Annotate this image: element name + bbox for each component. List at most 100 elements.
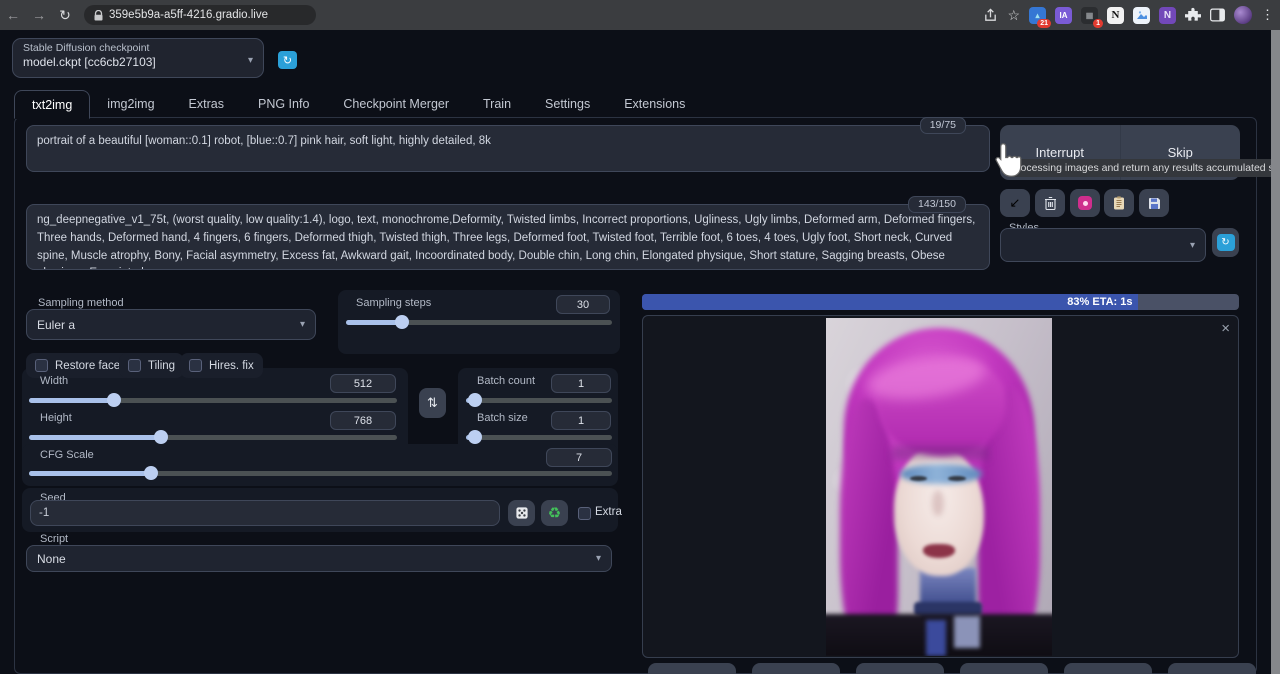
tiling-option[interactable]: Tiling (119, 353, 184, 378)
page-scrollbar[interactable] (1271, 30, 1280, 674)
address-bar[interactable]: 359e5b9a-a5ff-4216.gradio.live (84, 5, 316, 25)
slider-handle[interactable] (144, 466, 158, 480)
refresh-icon: ↻ (1217, 234, 1235, 251)
batch-count-value[interactable]: 1 (551, 374, 611, 393)
cfg-scale-value[interactable]: 7 (546, 448, 612, 467)
onenote-icon[interactable]: N (1159, 7, 1176, 24)
chevron-down-icon: ▾ (300, 319, 305, 330)
clipboard-icon (1113, 196, 1125, 210)
prompt-wrap: portrait of a beautiful [woman::0.1] rob… (26, 125, 990, 172)
height-slider[interactable] (29, 430, 397, 444)
bookmark-star-icon[interactable]: ☆ (1007, 7, 1020, 24)
script-label: Script (40, 533, 68, 545)
extensions-puzzle-icon[interactable] (1185, 7, 1201, 23)
seed-extra-checkbox[interactable] (578, 507, 591, 520)
arrow-down-left-icon: ↙ (1010, 195, 1021, 211)
progress-fill: 83% ETA: 1s (642, 294, 1138, 310)
extension-a-icon[interactable]: ▴21 (1029, 7, 1046, 24)
prompt-input[interactable]: portrait of a beautiful [woman::0.1] rob… (26, 125, 990, 172)
tab-checkpoint-merger[interactable]: Checkpoint Merger (326, 89, 466, 118)
gallery-action-button[interactable] (960, 663, 1048, 674)
height-label: Height (40, 412, 72, 424)
checkpoint-dropdown[interactable]: Stable Diffusion checkpoint model.ckpt [… (12, 38, 264, 78)
gradio-app: Stable Diffusion checkpoint model.ckpt [… (0, 30, 1280, 674)
notion-icon[interactable]: N (1107, 7, 1124, 24)
batch-size-label: Batch size (477, 412, 528, 424)
progress-text: 83% ETA: 1s (1067, 296, 1132, 308)
browser-menu-icon[interactable]: ⋮ (1261, 7, 1274, 23)
negative-prompt-input[interactable]: ng_deepnegative_v1_75t, (worst quality, … (26, 204, 990, 270)
swap-dimensions-button[interactable]: ⇅ (419, 388, 446, 418)
tab-png-info[interactable]: PNG Info (241, 89, 326, 118)
tab-img2img[interactable]: img2img (90, 89, 171, 118)
height-value[interactable]: 768 (330, 411, 396, 430)
lock-icon (94, 10, 103, 21)
eyeshadow (900, 464, 982, 484)
sampling-steps-value[interactable]: 30 (556, 295, 610, 314)
slider-handle[interactable] (468, 430, 482, 444)
tiling-checkbox[interactable] (128, 359, 141, 372)
clear-prompt-button[interactable] (1035, 189, 1065, 217)
width-value[interactable]: 512 (330, 374, 396, 393)
gallery-action-button[interactable] (1064, 663, 1152, 674)
lips (923, 544, 955, 558)
main-tabs: txt2img img2img Extras PNG Info Checkpoi… (14, 89, 702, 118)
skip-tooltip: rocessing images and return any results … (1012, 159, 1279, 177)
hires-fix-option[interactable]: Hires. fix (180, 353, 263, 378)
slider-handle[interactable] (154, 430, 168, 444)
progress-bar: 83% ETA: 1s (642, 294, 1239, 310)
gallery-action-button[interactable] (1168, 663, 1256, 674)
sampling-steps-label: Sampling steps (356, 297, 431, 309)
batch-count-slider[interactable] (466, 393, 612, 407)
forward-icon[interactable]: → (26, 7, 52, 23)
batch-size-slider[interactable] (466, 430, 612, 444)
restore-faces-checkbox[interactable] (35, 359, 48, 372)
tab-train[interactable]: Train (466, 89, 528, 118)
slider-handle[interactable] (468, 393, 482, 407)
image-preview-panel: × (642, 315, 1239, 658)
hires-fix-checkbox[interactable] (189, 359, 202, 372)
negative-token-counter: 143/150 (908, 196, 966, 213)
random-seed-button[interactable] (508, 500, 535, 526)
save-style-button[interactable] (1139, 189, 1169, 217)
seed-input[interactable] (30, 500, 500, 526)
swap-icon: ⇅ (427, 395, 438, 411)
styles-dropdown[interactable]: ▾ (1000, 228, 1206, 262)
image-ext-icon[interactable] (1133, 7, 1150, 24)
slider-handle[interactable] (107, 393, 121, 407)
generated-image[interactable] (826, 318, 1052, 656)
extension-ia-icon[interactable]: IA (1055, 7, 1072, 24)
sampling-steps-slider[interactable] (346, 315, 612, 329)
back-icon[interactable]: ← (0, 7, 26, 23)
tab-extras[interactable]: Extras (172, 89, 241, 118)
extension-a-badge: 21 (1037, 19, 1051, 28)
apply-style-button[interactable] (1104, 189, 1134, 217)
checkpoint-refresh-button[interactable]: ↻ (278, 51, 297, 69)
gallery-action-button[interactable] (648, 663, 736, 674)
reuse-seed-button[interactable]: ♻ (541, 500, 568, 526)
script-dropdown[interactable]: None▾ (26, 545, 612, 572)
width-slider[interactable] (29, 393, 397, 407)
paste-params-button[interactable]: ↙ (1000, 189, 1030, 217)
slider-handle[interactable] (395, 315, 409, 329)
reload-icon[interactable]: ↻ (52, 7, 78, 24)
batch-count-label: Batch count (477, 375, 535, 387)
mouse-cursor (992, 142, 1022, 178)
extension-b-icon[interactable]: ▦1 (1081, 7, 1098, 24)
styles-refresh-button[interactable]: ↻ (1212, 228, 1239, 257)
extra-networks-button[interactable] (1070, 189, 1100, 217)
share-icon[interactable] (983, 8, 998, 23)
tab-txt2img[interactable]: txt2img (14, 90, 90, 119)
gallery-action-button[interactable] (856, 663, 944, 674)
cfg-scale-slider[interactable] (29, 466, 612, 480)
gallery-action-button[interactable] (752, 663, 840, 674)
tab-extensions[interactable]: Extensions (607, 89, 702, 118)
batch-size-value[interactable]: 1 (551, 411, 611, 430)
sampling-method-dropdown[interactable]: Euler a▾ (26, 309, 316, 340)
cfg-scale-label: CFG Scale (40, 449, 94, 461)
profile-avatar[interactable] (1234, 6, 1252, 24)
restore-faces-label: Restore faces (55, 360, 126, 372)
sidebar-icon[interactable] (1210, 8, 1225, 22)
tab-settings[interactable]: Settings (528, 89, 607, 118)
close-preview-icon[interactable]: × (1221, 320, 1230, 337)
